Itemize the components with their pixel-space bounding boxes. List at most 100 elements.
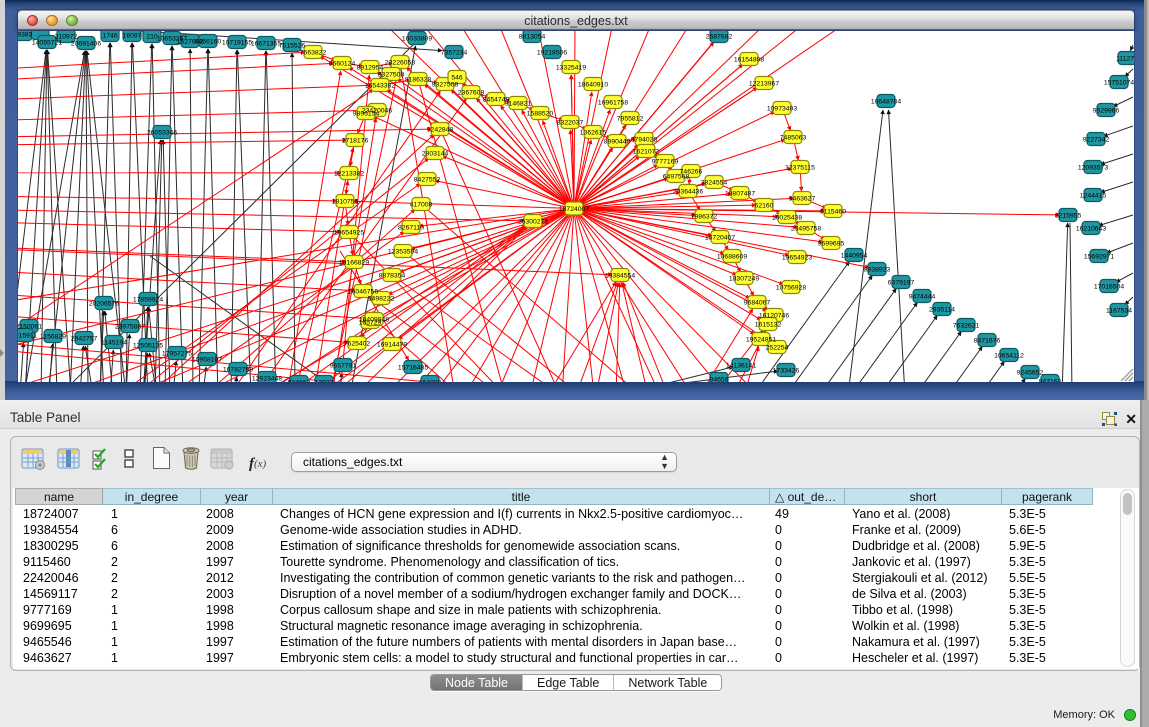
svg-text:6466160: 6466160 xyxy=(195,38,222,45)
svg-text:8912954: 8912954 xyxy=(357,64,384,71)
svg-text:16210643: 16210643 xyxy=(1076,225,1106,232)
svg-text:10654112: 10654112 xyxy=(994,352,1024,359)
svg-text:13325419: 13325419 xyxy=(556,64,586,71)
svg-text:15692971: 15692971 xyxy=(1084,253,1114,260)
svg-text:8186328: 8186328 xyxy=(405,76,432,83)
svg-text:19654923: 19654923 xyxy=(782,254,812,261)
svg-text:9242848: 9242848 xyxy=(427,126,454,133)
svg-text:17859924: 17859924 xyxy=(133,296,163,303)
svg-text:94656: 94656 xyxy=(710,376,729,382)
svg-text:746266: 746266 xyxy=(680,168,703,175)
svg-text:1362615: 1362615 xyxy=(580,129,607,136)
svg-text:12213382: 12213382 xyxy=(334,170,364,177)
svg-text:3915911: 3915911 xyxy=(18,332,37,339)
svg-text:924562: 924562 xyxy=(288,379,311,382)
svg-text:10025438: 10025438 xyxy=(772,214,802,221)
svg-text:12505135: 12505135 xyxy=(133,342,163,349)
svg-text:9327508: 9327508 xyxy=(378,71,405,78)
svg-text:17957275: 17957275 xyxy=(162,350,192,357)
svg-text:1244415: 1244415 xyxy=(1080,192,1107,199)
svg-text:9474444: 9474444 xyxy=(909,293,936,300)
svg-text:16782759: 16782759 xyxy=(223,366,253,373)
svg-text:9777169: 9777169 xyxy=(652,158,679,165)
svg-text:10719155: 10719155 xyxy=(222,39,252,46)
svg-text:546: 546 xyxy=(451,74,463,81)
svg-text:17016504: 17016504 xyxy=(1094,283,1124,290)
svg-text:1440954: 1440954 xyxy=(841,252,868,259)
svg-text:18307249: 18307249 xyxy=(729,275,759,282)
svg-text:19524851: 19524851 xyxy=(746,336,776,343)
svg-text:16543382: 16543382 xyxy=(365,82,395,89)
svg-text:1733426: 1733426 xyxy=(773,367,800,374)
svg-text:16097: 16097 xyxy=(123,32,142,39)
svg-text:16046756: 16046756 xyxy=(348,288,378,295)
svg-text:9146821: 9146821 xyxy=(505,100,532,107)
svg-text:9699695: 9699695 xyxy=(818,240,845,247)
svg-text:10756928: 10756928 xyxy=(776,284,806,291)
svg-text:16120746: 16120746 xyxy=(759,312,789,319)
svg-text:2942757: 2942757 xyxy=(71,335,98,342)
svg-text:1615132: 1615132 xyxy=(755,321,782,328)
svg-text:19383: 19383 xyxy=(18,31,33,38)
svg-text:19654925: 19654925 xyxy=(334,229,364,236)
svg-text:3824554: 3824554 xyxy=(701,179,728,186)
svg-text:23226058: 23226058 xyxy=(385,59,415,66)
svg-text:8990448: 8990448 xyxy=(604,138,631,145)
svg-text:10807487: 10807487 xyxy=(725,190,755,197)
svg-text:16671355: 16671355 xyxy=(251,40,281,47)
svg-text:14055721: 14055721 xyxy=(32,39,62,46)
svg-text:10688609: 10688609 xyxy=(717,253,747,260)
svg-text:7955812: 7955812 xyxy=(617,115,644,122)
svg-text:15751074: 15751074 xyxy=(1104,79,1134,86)
svg-text:9327508: 9327508 xyxy=(432,81,459,88)
svg-text:19166829: 19166829 xyxy=(339,259,369,266)
svg-text:7632621: 7632621 xyxy=(953,322,980,329)
svg-text:417008: 417008 xyxy=(410,201,433,208)
svg-text:9115460: 9115460 xyxy=(820,208,846,215)
svg-text:7663822: 7663822 xyxy=(300,49,327,56)
svg-text:1156829: 1156829 xyxy=(40,333,66,340)
svg-text:1145194: 1145194 xyxy=(101,339,127,346)
svg-text:18724007: 18724007 xyxy=(559,206,589,213)
svg-text:10973493: 10973493 xyxy=(767,105,797,112)
svg-text:12093573: 12093573 xyxy=(1078,164,1108,171)
svg-text:1621072: 1621072 xyxy=(633,148,660,155)
svg-text:2687682: 2687682 xyxy=(706,33,733,40)
svg-text:8267110: 8267110 xyxy=(398,224,424,231)
svg-text:8215955: 8215955 xyxy=(1055,212,1082,219)
svg-text:9657791: 9657791 xyxy=(330,362,357,369)
svg-text:26053346: 26053346 xyxy=(147,129,177,136)
svg-text:12353594: 12353594 xyxy=(388,248,418,255)
svg-text:2935114: 2935114 xyxy=(929,306,955,313)
svg-text:8660124: 8660124 xyxy=(329,60,356,67)
svg-text:(x): (x) xyxy=(254,458,267,470)
svg-text:8471676: 8471676 xyxy=(974,337,1001,344)
svg-text:14136141: 14136141 xyxy=(726,362,756,369)
svg-text:8938923: 8938923 xyxy=(864,266,891,273)
svg-text:9227342: 9227342 xyxy=(1083,136,1110,143)
svg-text:7357234: 7357234 xyxy=(441,49,468,56)
svg-text:1150061: 1150061 xyxy=(18,323,42,330)
svg-text:20364436: 20364436 xyxy=(673,188,703,195)
svg-text:16914479: 16914479 xyxy=(377,341,407,348)
svg-text:9896154: 9896154 xyxy=(353,110,380,117)
svg-text:15720407: 15720407 xyxy=(705,234,735,241)
svg-text:16409948: 16409948 xyxy=(359,316,389,323)
svg-text:12375115: 12375115 xyxy=(785,164,815,171)
svg-text:947163: 947163 xyxy=(1039,378,1062,382)
svg-text:16961758: 16961758 xyxy=(598,99,628,106)
svg-text:8427552: 8427552 xyxy=(414,176,441,183)
svg-text:2718176: 2718176 xyxy=(342,137,369,144)
svg-text:8878354: 8878354 xyxy=(379,272,406,279)
svg-text:18640910: 18640910 xyxy=(578,81,608,88)
svg-text:10958107: 10958107 xyxy=(192,356,222,363)
svg-text:7485063: 7485063 xyxy=(780,134,807,141)
svg-text:9794028: 9794028 xyxy=(631,136,658,143)
svg-text:20691406: 20691406 xyxy=(71,40,101,47)
svg-text:16154808: 16154808 xyxy=(734,56,764,63)
svg-text:19384554: 19384554 xyxy=(605,272,635,279)
svg-text:23495758: 23495758 xyxy=(791,225,821,232)
svg-text:7625402: 7625402 xyxy=(344,340,371,347)
svg-text:9684067: 9684067 xyxy=(744,299,771,306)
svg-text:2367608: 2367608 xyxy=(458,89,485,96)
